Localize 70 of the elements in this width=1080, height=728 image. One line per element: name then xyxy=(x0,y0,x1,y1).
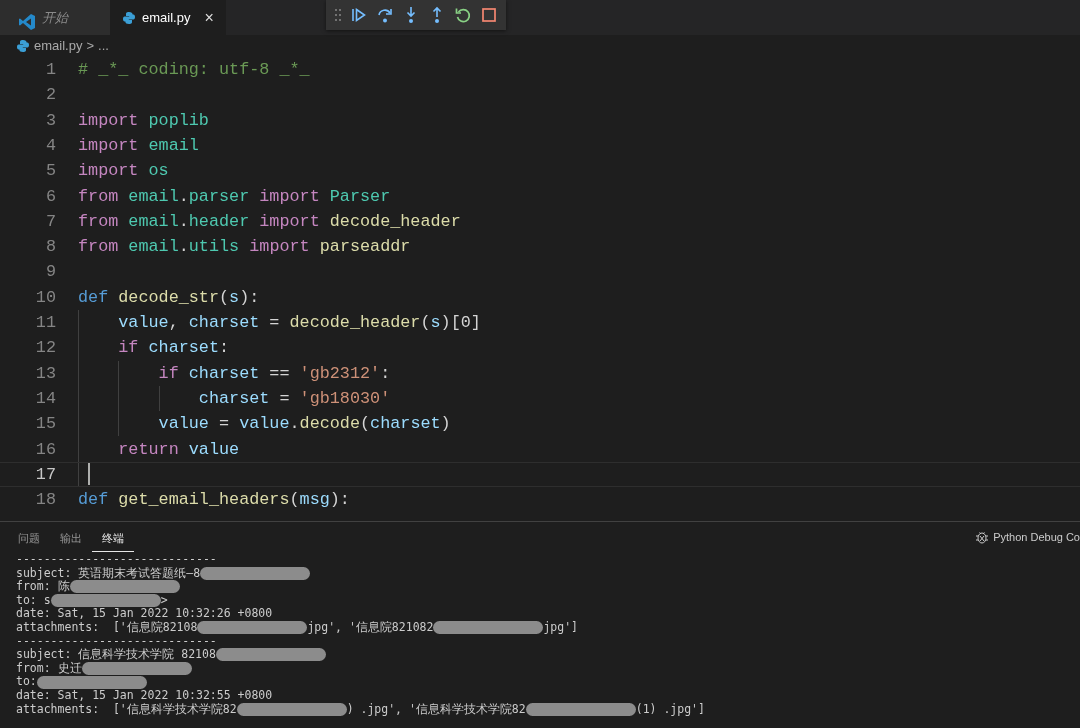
line-number: 12 xyxy=(34,337,56,360)
code-line: if charset == 'gb2312': xyxy=(157,362,391,385)
code-line: import os xyxy=(78,160,169,183)
panel-tab[interactable]: 问题 xyxy=(8,523,50,553)
terminal-text: subject: 信息科学技术学院 82108 xyxy=(16,648,216,662)
code-line: return value xyxy=(117,438,240,461)
terminal-text: from: 史迁 xyxy=(16,661,82,676)
step-over-icon[interactable] xyxy=(376,6,394,24)
line-number: 9 xyxy=(44,261,56,284)
line-number: 18 xyxy=(34,489,56,512)
close-icon[interactable]: × xyxy=(204,5,214,30)
line-number: 17 xyxy=(34,463,56,486)
terminal-text: ----------------------------- xyxy=(16,634,217,648)
terminal-text: attachments: ['信息科学技术学院82 xyxy=(16,702,237,717)
line-number: 15 xyxy=(34,413,56,436)
python-file-icon xyxy=(122,10,136,25)
editor-tab[interactable]: 开始 xyxy=(0,0,110,35)
code-line: from email.utils import parseaddr xyxy=(78,236,411,259)
code-line: value, charset = decode_header(s)[0] xyxy=(117,312,481,334)
python-file-icon xyxy=(16,39,30,53)
line-number: 11 xyxy=(34,312,56,334)
code-line: import poplib xyxy=(78,109,209,132)
line-number: 16 xyxy=(34,438,56,461)
panel-tab[interactable]: 输出 xyxy=(50,523,92,553)
line-number: 6 xyxy=(44,185,56,208)
terminal-text: ) .jpg', '信息科学技术学院82 xyxy=(346,702,526,717)
terminal-text: from: 陈 xyxy=(16,580,70,594)
continue-icon[interactable] xyxy=(350,6,368,24)
code-line: value = value.decode(charset) xyxy=(157,413,451,436)
terminal-name[interactable]: Python Debug Co xyxy=(993,528,1080,546)
terminal-text: (1) .jpg'] xyxy=(635,702,705,717)
text-cursor xyxy=(88,463,90,486)
line-number: 8 xyxy=(44,236,56,259)
panel-tab[interactable]: 终端 xyxy=(92,523,134,553)
line-number: 13 xyxy=(34,362,56,385)
code-line: from email.header import decode_header xyxy=(78,210,461,233)
code-line: # _*_ coding: utf-8 _*_ xyxy=(78,59,310,82)
terminal-text: date: Sat, 15 Jan 2022 10:32:55 +0800 xyxy=(16,688,273,703)
line-number: 3 xyxy=(44,109,56,132)
bug-icon xyxy=(975,530,990,544)
vscode-logo-icon xyxy=(18,12,36,31)
drag-handle-icon[interactable] xyxy=(334,8,342,22)
code-line: def decode_str(s): xyxy=(78,286,260,309)
breadcrumb-item[interactable]: ... xyxy=(98,36,109,56)
line-number: 4 xyxy=(44,134,56,157)
terminal-text: to: xyxy=(16,675,37,689)
terminal-text: to: s xyxy=(16,593,51,607)
code-line: charset = 'gb18030' xyxy=(197,387,391,410)
breadcrumb-item[interactable]: email.py xyxy=(34,36,83,56)
terminal-text: date: Sat, 15 Jan 2022 10:32:26 +0800 xyxy=(16,607,273,621)
line-number: 10 xyxy=(34,286,56,309)
code-line: if charset: xyxy=(117,337,230,360)
line-number: 1 xyxy=(44,59,56,82)
stop-icon[interactable] xyxy=(480,6,498,24)
terminal-text: ----------------------------- xyxy=(16,553,217,567)
line-number: 14 xyxy=(34,387,56,410)
editor-tab[interactable]: email.py × xyxy=(110,0,226,35)
terminal-text: subject: 英语期末考试答题纸—8 xyxy=(16,566,201,580)
terminal-text: jpg', '信息院821082 xyxy=(307,620,434,635)
restart-icon[interactable] xyxy=(454,6,472,24)
code-line: import email xyxy=(78,134,199,157)
line-number: 5 xyxy=(44,160,56,183)
terminal-text: jpg'] xyxy=(543,620,579,635)
terminal-text: attachments: ['信息院82108 xyxy=(16,620,198,635)
terminal-text: > xyxy=(160,593,168,608)
code-line: from email.parser import Parser xyxy=(78,185,391,208)
breadcrumb-separator: > xyxy=(86,37,94,56)
line-number: 2 xyxy=(44,84,56,107)
line-number: 7 xyxy=(44,210,56,233)
code-line: def get_email_headers(msg): xyxy=(78,489,350,512)
